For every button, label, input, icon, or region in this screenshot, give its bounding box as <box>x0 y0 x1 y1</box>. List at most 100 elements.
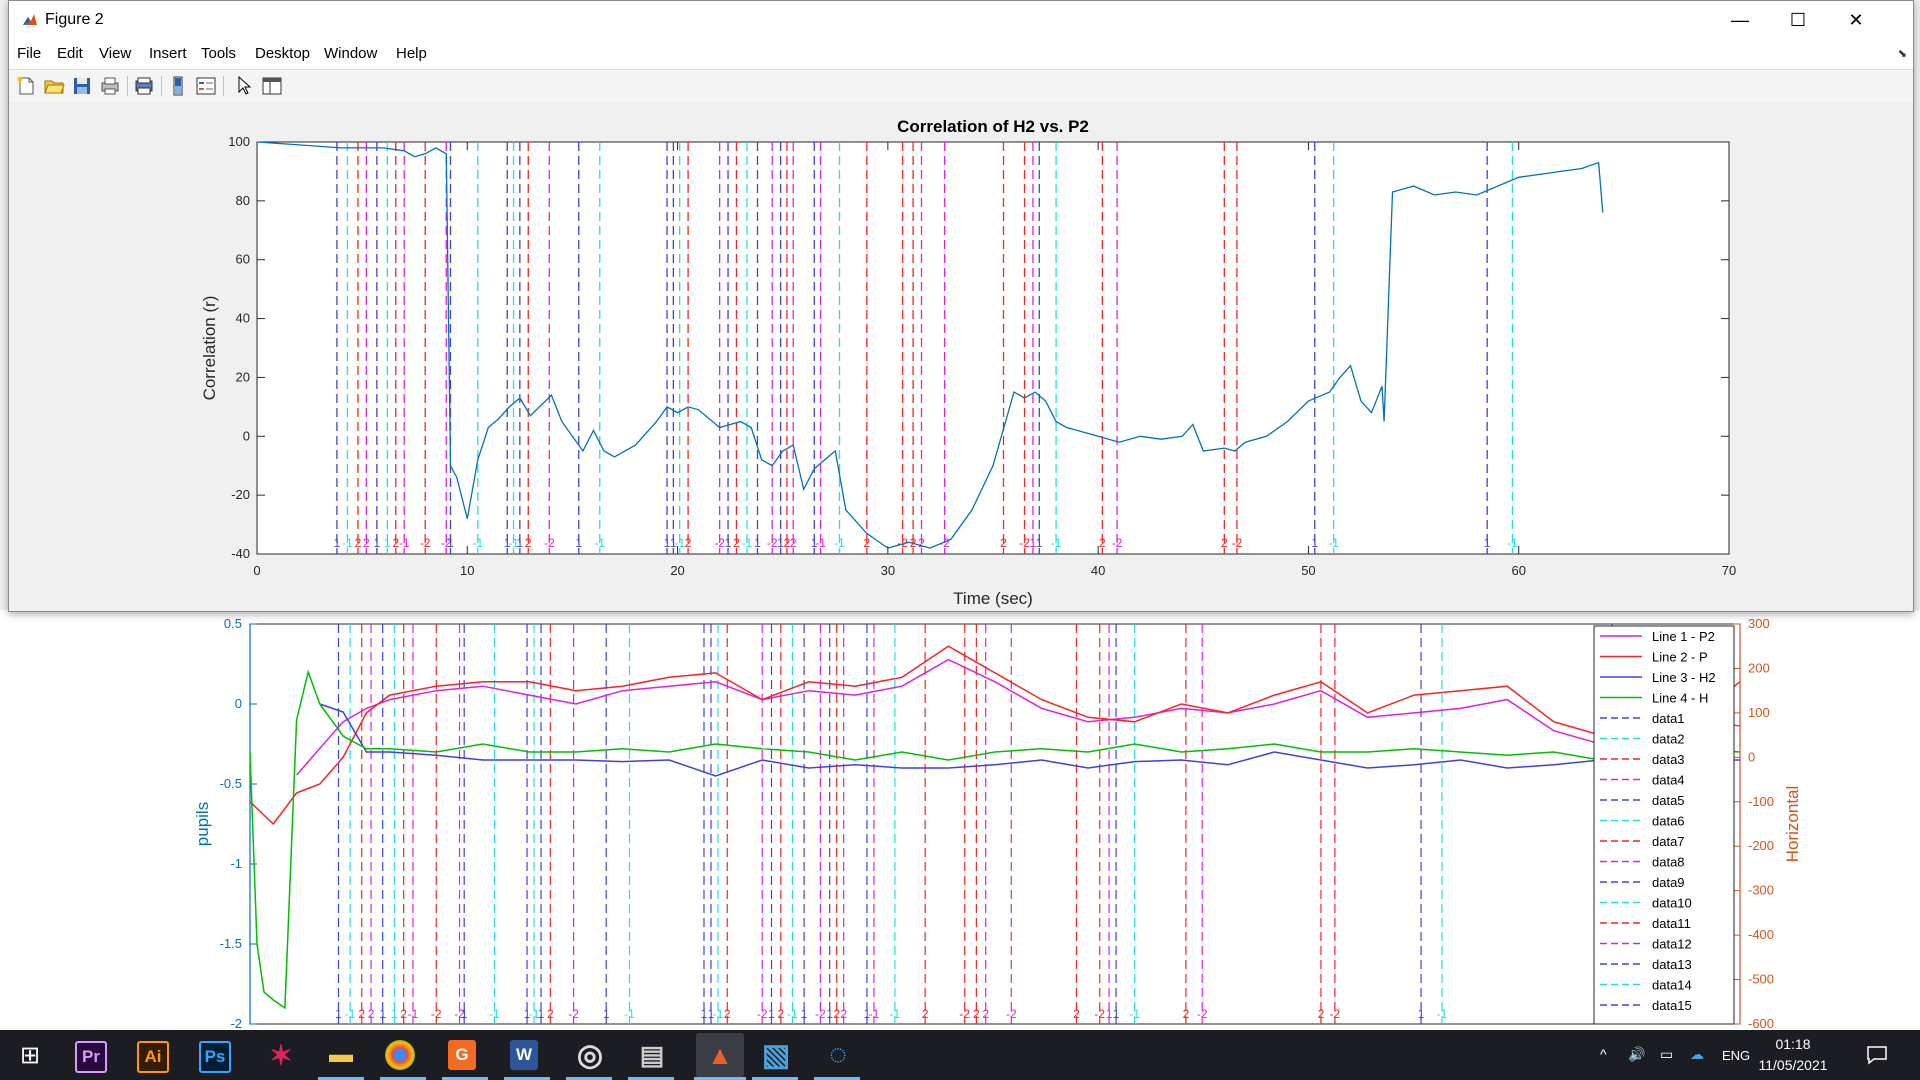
new-figure-icon[interactable] <box>15 75 37 97</box>
property-editor-icon[interactable] <box>261 75 283 97</box>
marker-label: 2 <box>358 1007 365 1021</box>
x-tick-label: 20 <box>670 563 684 578</box>
marker-label: 1 <box>826 1007 833 1021</box>
save-icon[interactable] <box>71 75 93 97</box>
taskbar-pdf-app[interactable]: G <box>448 1040 476 1070</box>
taskbar-photos[interactable]: ▧ <box>758 1037 794 1073</box>
tray-chevron-icon[interactable]: ^ <box>1600 1046 1607 1062</box>
left-axis-label: pupils <box>193 802 212 846</box>
y-tick-label: 60 <box>236 252 250 267</box>
marker-label: -2 <box>1006 1007 1017 1021</box>
menu-tools[interactable]: Tools <box>201 45 236 62</box>
network-icon[interactable]: ▭ <box>1660 1046 1673 1063</box>
marker-label: -2 <box>544 536 555 550</box>
left-tick-label: -2 <box>230 1016 242 1030</box>
dock-arrow-icon[interactable]: ⬊ <box>1898 47 1907 60</box>
legend-label: data2 <box>1652 732 1685 747</box>
menu-view[interactable]: View <box>99 45 131 62</box>
legend-label: data4 <box>1652 773 1685 788</box>
marker-label: 2 <box>1073 1007 1080 1021</box>
legend-label: data3 <box>1652 752 1685 767</box>
pointer-icon[interactable] <box>233 75 255 97</box>
x-tick-label: 10 <box>460 563 474 578</box>
taskbar-illustrator[interactable]: Ai <box>137 1041 169 1073</box>
marker-label: 2 <box>922 1007 929 1021</box>
taskbar-media-player[interactable]: ◎ <box>572 1037 608 1073</box>
open-file-icon[interactable] <box>43 75 65 97</box>
taskbar-photoshop[interactable]: Ps <box>199 1041 231 1073</box>
menu-insert[interactable]: Insert <box>149 45 187 62</box>
folder-icon: ▬ <box>329 1041 353 1068</box>
menu-help[interactable]: Help <box>396 45 427 62</box>
legend-label: data11 <box>1652 916 1691 931</box>
clock[interactable]: 01:18 11/05/2021 <box>1748 1034 1838 1076</box>
menu-file[interactable]: File <box>17 45 41 62</box>
taskbar-file-explorer[interactable]: ▬ <box>323 1037 359 1073</box>
marker-label: -2 <box>1112 536 1123 550</box>
onedrive-icon[interactable]: ☁ <box>1690 1046 1704 1063</box>
marker-label: 2 <box>1099 536 1106 550</box>
print-icon[interactable] <box>99 75 121 97</box>
marker-label: -1 <box>787 1007 798 1021</box>
marker-label: -1 <box>594 536 605 550</box>
marker-label: 2 <box>525 536 532 550</box>
right-tick-label: 0 <box>1748 749 1755 764</box>
taskbar-printer-app[interactable]: ▤ <box>634 1037 670 1073</box>
marker-label: 1 <box>335 1007 342 1021</box>
menu-desktop[interactable]: Desktop <box>255 45 310 62</box>
menu-bar: File Edit View Insert Tools Desktop Wind… <box>9 39 1913 69</box>
app-red-icon: ✶ <box>269 1039 293 1071</box>
pdf-icon: G <box>455 1045 469 1064</box>
marker-label: 1 <box>538 1007 545 1021</box>
taskbar-word[interactable]: W <box>510 1040 538 1070</box>
marker-label: 2 <box>733 536 740 550</box>
marker-label: -1 <box>713 1007 724 1021</box>
print-preview-icon[interactable] <box>133 75 155 97</box>
taskbar-app-red[interactable]: ✶ <box>263 1037 299 1073</box>
marker-label: 2 <box>547 1007 554 1021</box>
start-button[interactable]: ⊞ <box>12 1037 48 1073</box>
marker-label: 2 <box>777 1007 784 1021</box>
right-axis-label: Horizontal <box>1783 786 1802 863</box>
media-player-icon: ◎ <box>576 1038 604 1072</box>
marker-label: -1 <box>342 536 353 550</box>
left-tick-label: -1 <box>230 856 242 871</box>
marker-label: 1 <box>1311 536 1318 550</box>
x-tick-label: 70 <box>1722 563 1736 578</box>
taskbar-premiere-pro[interactable]: Pr <box>75 1041 107 1073</box>
legend-label: Line 2 - P <box>1652 650 1708 665</box>
marker-label: 2 <box>1221 536 1228 550</box>
taskbar-circle-app[interactable]: ◌ <box>820 1037 856 1073</box>
minimize-button[interactable]: — <box>1711 1 1769 39</box>
taskbar-matlab[interactable]: ▲ <box>696 1033 744 1077</box>
notifications-icon[interactable] <box>1866 1044 1888 1066</box>
x-tick-label: 0 <box>253 563 260 578</box>
marker-label: -1 <box>345 1007 356 1021</box>
chart-title: Correlation of H2 vs. P2 <box>897 117 1089 136</box>
menu-edit[interactable]: Edit <box>57 45 83 62</box>
y-axis-label: Correlation (r) <box>200 296 219 401</box>
y-tick-label: 20 <box>236 369 250 384</box>
figure-window: Figure 2 — ☐ ✕ File Edit View Insert Too… <box>8 0 1914 612</box>
maximize-button[interactable]: ☐ <box>1769 1 1827 39</box>
right-tick-label: 200 <box>1748 660 1770 675</box>
axes-box <box>249 623 1741 1025</box>
language-indicator[interactable]: ENG <box>1722 1048 1750 1063</box>
marker-label: 2 <box>363 536 370 550</box>
menu-window[interactable]: Window <box>324 45 377 62</box>
marker-label: -1 <box>1129 1007 1140 1021</box>
right-tick-label: -600 <box>1748 1016 1774 1030</box>
legend-label: data10 <box>1652 896 1692 911</box>
marker-label: 2 <box>724 1007 731 1021</box>
x-tick-label: 50 <box>1301 563 1315 578</box>
pupils-horizontal-chart: 0.5 0 -0.5 -1 -1.5 -2 300 200 100 0 -100 -200 -300 -4… <box>193 616 1802 1030</box>
volume-icon[interactable]: 🔊 <box>1628 1046 1645 1063</box>
close-button[interactable]: ✕ <box>1827 1 1885 39</box>
premiere-pro-icon: Pr <box>82 1047 100 1066</box>
legend-icon[interactable] <box>195 75 217 97</box>
taskbar-chrome[interactable] <box>385 1040 415 1070</box>
marker-label: 1 <box>517 536 524 550</box>
clock-date: 11/05/2021 <box>1758 1057 1828 1073</box>
marker-label: -1 <box>742 536 753 550</box>
colorbar-icon[interactable] <box>167 75 189 97</box>
